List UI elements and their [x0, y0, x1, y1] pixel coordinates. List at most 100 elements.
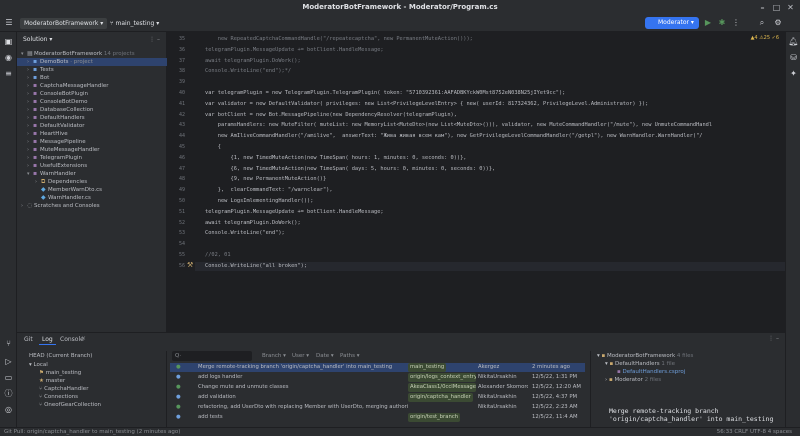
- problems-tool-icon[interactable]: ⓘ: [3, 388, 14, 399]
- code-line[interactable]: Console.WriteLine("all broken");: [195, 261, 785, 271]
- tree-item-warnhandler[interactable]: ▾ ▪ WarnHandler: [17, 170, 167, 178]
- log-search-input[interactable]: Q·: [172, 351, 252, 361]
- tree-item-project[interactable]: › ▪ ConsoleBotDemo: [17, 98, 167, 106]
- code-editor[interactable]: ▲4 ⚠25 ✓6 35 36 37 38 39 40 41 42 43 44 45 46 47 48 49…: [167, 32, 785, 332]
- commit-row[interactable]: ● refactoring, add UserDto with replacing…: [170, 403, 585, 412]
- structure-tool-icon[interactable]: ≡: [3, 68, 14, 79]
- code-line[interactable]: new RepeatedCaptchaCommandHandle("/repea…: [205, 35, 473, 44]
- branch-item[interactable]: ⑂ OneofGearCollection: [17, 401, 167, 409]
- git-tool-icon[interactable]: ⑂: [3, 338, 14, 349]
- line-number[interactable]: 46: [167, 154, 185, 162]
- branch-head[interactable]: HEAD (Current Branch): [17, 352, 167, 360]
- status-info[interactable]: 56:33 CRLF UTF-8 4 spaces: [717, 428, 792, 436]
- main-menu-icon[interactable]: ☰: [3, 17, 15, 29]
- tree-item-project[interactable]: › ▪ MessagePipeline: [17, 138, 167, 146]
- search-icon[interactable]: ⌕: [756, 17, 768, 29]
- changed-folder[interactable]: › ▪ Moderator 2 files: [591, 376, 786, 384]
- commit-row[interactable]: ● Merge remote-tracking branch 'origin/ca…: [170, 363, 585, 372]
- tree-item-project[interactable]: › ▪ UsefulExtensions: [17, 162, 167, 170]
- hide-panel-icon[interactable]: ⋮ –: [768, 335, 779, 342]
- commit-row[interactable]: ● add tests origin/test_branch 12/5/22, 11:…: [170, 413, 585, 422]
- line-number[interactable]: 50: [167, 197, 185, 205]
- tree-item-bot[interactable]: › ▪ Bot: [17, 74, 167, 82]
- tree-item-project[interactable]: › ▪ CaptchaMessageHandler: [17, 82, 167, 90]
- tree-item-project[interactable]: › ▪ ConsoleBotPlugin: [17, 90, 167, 98]
- maximize-icon[interactable]: □: [771, 2, 782, 13]
- changed-folder[interactable]: ▾ ▪ DefaultHandlers 1 file: [591, 360, 786, 368]
- line-number[interactable]: 40: [167, 89, 185, 97]
- line-number[interactable]: 41: [167, 100, 185, 108]
- more-icon[interactable]: ⋮: [730, 17, 742, 29]
- code-line[interactable]: {9, new PermanentMuteAction()}: [205, 175, 327, 184]
- tab-log[interactable]: Log: [39, 335, 56, 345]
- line-number[interactable]: 36: [167, 46, 185, 54]
- code-line[interactable]: {: [205, 143, 221, 152]
- run-tool-icon[interactable]: ▷: [3, 356, 14, 367]
- tree-item-scratches[interactable]: › ◌ Scratches and Consoles: [17, 202, 167, 210]
- commit-row[interactable]: ● Change mute and unmute classes AkeaClass…: [170, 383, 585, 392]
- code-line[interactable]: //02, 01: [205, 251, 231, 260]
- run-icon[interactable]: ▶: [702, 17, 714, 29]
- line-number[interactable]: 38: [167, 67, 185, 75]
- code-line[interactable]: paramsHandlers: new MuteFilter( muteList…: [205, 121, 712, 130]
- tree-item-file[interactable]: ◆ WarnHandler.cs: [17, 194, 167, 202]
- tree-item-file[interactable]: ◆ MemberWarnDto.cs: [17, 186, 167, 194]
- date-filter[interactable]: Date ▾: [316, 351, 334, 361]
- settings-icon[interactable]: ⚙: [772, 17, 784, 29]
- tree-item-project[interactable]: › ▪ DefaultValidator: [17, 122, 167, 130]
- minimize-icon[interactable]: –: [757, 2, 768, 13]
- code-line[interactable]: await telegramPlugin.DoWork();: [205, 57, 301, 66]
- line-number[interactable]: 39: [167, 78, 185, 86]
- code-line[interactable]: {1, new TimedMuteAction(new TimeSpan( ho…: [205, 154, 467, 163]
- tree-item-dependencies[interactable]: › ⧉ Dependencies: [17, 178, 167, 186]
- code-line[interactable]: }, clearCommandText: "/warnclear"),: [205, 186, 333, 195]
- line-number[interactable]: 53: [167, 229, 185, 237]
- line-number[interactable]: 51: [167, 208, 185, 216]
- solution-title[interactable]: Solution: [23, 36, 47, 43]
- tab-git[interactable]: Git: [21, 335, 36, 345]
- tree-item-project[interactable]: › ▪ TelegramPlugin: [17, 154, 167, 162]
- debug-icon[interactable]: ✱: [716, 17, 728, 29]
- code-line[interactable]: telegramPlugin.MessageUpdate += botClien…: [205, 208, 384, 217]
- line-number[interactable]: 47: [167, 165, 185, 173]
- code-line[interactable]: new LogsImlementingHandler());: [205, 197, 314, 206]
- paths-filter[interactable]: Paths ▾: [340, 351, 359, 361]
- code-line[interactable]: var botClient = new Bot.MessagePipeline(…: [205, 111, 457, 120]
- line-number[interactable]: 44: [167, 132, 185, 140]
- branch-item[interactable]: ⚑ main_testing: [17, 369, 167, 377]
- line-number[interactable]: 52: [167, 219, 185, 227]
- code-line[interactable]: Console.WriteLine("end");: [205, 229, 285, 238]
- line-number[interactable]: 56: [167, 262, 185, 270]
- tree-item-project[interactable]: › ▪ MuteMessageHandler: [17, 146, 167, 154]
- code-line[interactable]: {6, new TimedMuteAction(new TimeSpan( da…: [205, 165, 496, 174]
- branch-selector[interactable]: ⑂ main_testing ▾: [110, 18, 159, 29]
- close-tab-icon[interactable]: ×: [81, 335, 86, 342]
- line-number[interactable]: 43: [167, 121, 185, 129]
- run-config-selector[interactable]: Moderator ▾: [645, 17, 699, 29]
- code-line[interactable]: var validator = new DefaultValidator( pr…: [205, 100, 648, 109]
- line-number[interactable]: 42: [167, 111, 185, 119]
- branch-item[interactable]: ⑂ Connections: [17, 393, 167, 401]
- panel-options-icon[interactable]: ⋮ –: [149, 32, 160, 48]
- inspection-widget[interactable]: ▲4 ⚠25 ✓6: [751, 35, 779, 41]
- tree-item-demobots[interactable]: › ▪ DemoBots · project: [17, 58, 167, 66]
- commit-row[interactable]: ● add validation origin/captcha_handler Nik…: [170, 393, 585, 402]
- code-line[interactable]: new AmIliveCommandHandler("/amilive", an…: [205, 132, 703, 141]
- project-tool-icon[interactable]: ▣: [3, 36, 14, 47]
- close-icon[interactable]: ✕: [785, 2, 796, 13]
- services-tool-icon[interactable]: ◎: [3, 404, 14, 415]
- hammer-icon[interactable]: ⚒: [187, 261, 193, 269]
- database-icon[interactable]: ⛁: [788, 52, 799, 63]
- code-line[interactable]: Console.WriteLine("end");*/: [205, 67, 291, 76]
- tree-item-project[interactable]: › ▪ DatabaseCollection: [17, 106, 167, 114]
- project-selector[interactable]: ModeratorBotFramework ▾: [20, 18, 108, 29]
- changed-file[interactable]: ▪ DefaultHandlers.csproj: [591, 368, 786, 376]
- branch-item[interactable]: ★ master: [17, 377, 167, 385]
- terminal-tool-icon[interactable]: ▭: [3, 372, 14, 383]
- status-message[interactable]: Git Pull: origin/captcha_handler to main…: [4, 428, 180, 436]
- tree-item-solution[interactable]: ▾ ▦ModeratorBotFramework 14 projects: [17, 50, 167, 58]
- tree-item-project[interactable]: › ▪ DefaultHandlers: [17, 114, 167, 122]
- code-line[interactable]: var telegramPlugin = new TelegramPlugin.…: [205, 89, 565, 98]
- changed-root[interactable]: ▾ ▪ ModeratorBotFramework 4 files: [591, 352, 786, 360]
- code-line[interactable]: telegramPlugin.MessageUpdate += botClien…: [205, 46, 384, 55]
